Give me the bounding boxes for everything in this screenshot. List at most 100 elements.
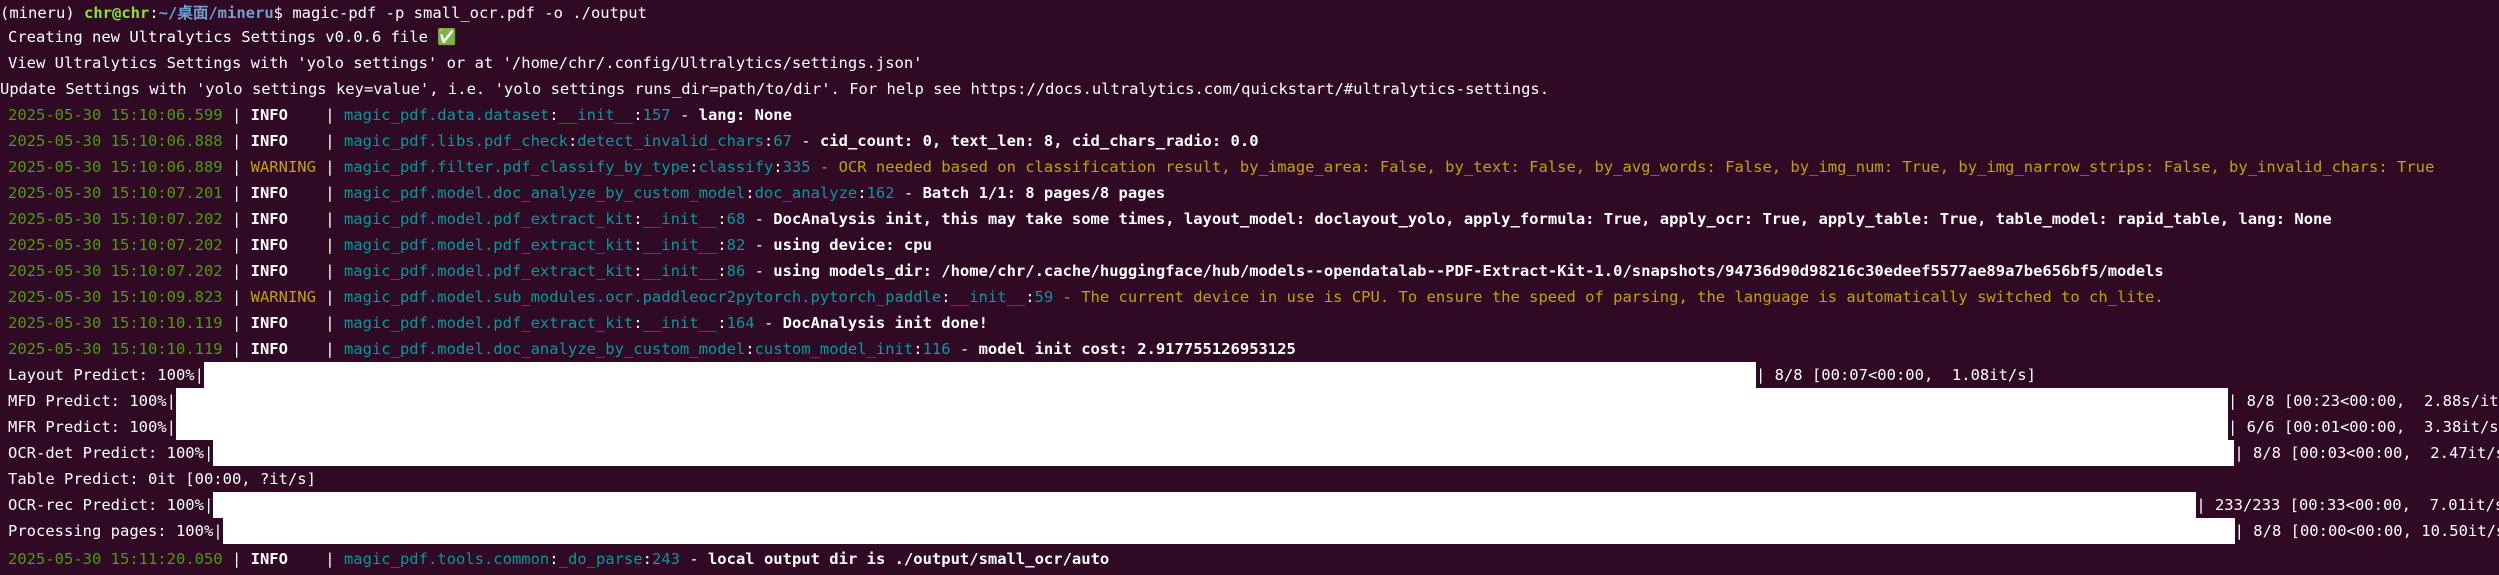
- log-message: DocAnalysis init done!: [782, 314, 988, 332]
- log-line-number: 243: [651, 550, 680, 568]
- log-line: 2025-05-30 15:10:07.202 | INFO | magic_p…: [8, 262, 2164, 280]
- prompt-user-host: chr@chr: [84, 4, 150, 22]
- settings-line: Creating new Ultralytics Settings v0.0.6…: [0, 24, 2499, 50]
- progress-label: Layout Predict: 100%|: [8, 366, 204, 384]
- progress-line: OCR-rec Predict: 100%| | 233/233 [00:33<0…: [0, 492, 2499, 518]
- log-line: 2025-05-30 15:11:20.050 | INFO | magic_p…: [8, 550, 1110, 568]
- progress-line: OCR-det Predict: 100%| | 8/8 [00:03<00:00…: [0, 440, 2499, 466]
- progress-label: MFD Predict: 100%|: [8, 392, 176, 410]
- progress-label: MFR Predict: 100%|: [8, 418, 176, 436]
- terminal-window[interactable]: (mineru) chr@chr:~/桌面/mineru$ magic-pdf …: [0, 0, 2499, 575]
- settings-line: View Ultralytics Settings with 'yolo set…: [0, 50, 2499, 76]
- log-timestamp: 2025-05-30 15:10:07.201: [8, 184, 223, 202]
- progress-stats: | 233/233 [00:33<00:00, 7.01it/s]: [2196, 496, 2499, 514]
- progress-bar: [203, 362, 1756, 388]
- log-timestamp: 2025-05-30 15:10:07.202: [8, 210, 223, 228]
- settings-text: Creating new Ultralytics Settings v0.0.6…: [8, 28, 457, 46]
- log-line: 2025-05-30 15:10:06.889 | WARNING | magi…: [8, 158, 2435, 176]
- log-level: WARNING: [250, 158, 316, 176]
- log-module: magic_pdf.model.doc_analyze_by_custom_mo…: [343, 340, 746, 358]
- log-message: local output dir is ./output/small_ocr/a…: [707, 550, 1110, 568]
- log-module: magic_pdf.model.sub_modules.ocr.paddleoc…: [343, 288, 942, 306]
- log-line: 2025-05-30 15:10:10.119 | INFO | magic_p…: [8, 340, 1296, 358]
- prompt-dollar: $: [273, 4, 293, 22]
- log-function: __init__: [642, 210, 718, 228]
- log-timestamp: 2025-05-30 15:10:10.119: [8, 314, 223, 332]
- progress-stats: | 8/8 [00:03<00:00, 2.47it/s]: [2234, 444, 2499, 462]
- log-function: __init__: [950, 288, 1026, 306]
- settings-text: Update Settings with 'yolo settings key=…: [0, 80, 1550, 98]
- progress-line: Table Predict: 0it [00:00, ?it/s]: [0, 466, 2499, 492]
- log-message: using models_dir: /home/chr/.cache/huggi…: [773, 262, 2164, 280]
- log-line-number: 335: [782, 158, 811, 176]
- log-line-number: 116: [922, 340, 951, 358]
- log-line: 2025-05-30 15:10:09.823 | WARNING | magi…: [8, 288, 2164, 306]
- log-timestamp: 2025-05-30 15:10:09.823: [8, 288, 223, 306]
- log-module: magic_pdf.libs.pdf_check: [343, 132, 568, 150]
- log-function: __init__: [642, 262, 718, 280]
- log-level: INFO: [250, 184, 288, 202]
- log-line-number: 164: [726, 314, 755, 332]
- progress-stats: | 8/8 [00:00<00:00, 10.50it/s]: [2234, 522, 2499, 540]
- log-line-number: 157: [642, 106, 671, 124]
- log-timestamp: 2025-05-30 15:10:07.202: [8, 262, 223, 280]
- log-level: INFO: [250, 210, 288, 228]
- settings-text: View Ultralytics Settings with 'yolo set…: [8, 54, 923, 72]
- command-text: magic-pdf -p small_ocr.pdf -o ./output: [292, 4, 647, 22]
- log-level: INFO: [250, 132, 288, 150]
- log-line: 2025-05-30 15:10:10.119 | INFO | magic_p…: [8, 314, 988, 332]
- log-function: __init__: [558, 106, 634, 124]
- progress-bar: [175, 414, 2228, 440]
- progress-stats: | 8/8 [00:07<00:00, 1.08it/s]: [1755, 366, 2036, 384]
- log-level: WARNING: [250, 288, 316, 306]
- log-line-number: 59: [1034, 288, 1054, 306]
- log-line: 2025-05-30 15:10:07.202 | INFO | magic_p…: [8, 210, 2332, 228]
- log-function: detect_invalid_chars: [577, 132, 764, 150]
- log-line-number: 86: [726, 262, 746, 280]
- progress-bar: [213, 440, 2235, 466]
- log-message: lang: None: [698, 106, 792, 124]
- progress-stats: | 6/6 [00:01<00:00, 3.38it/s]: [2227, 418, 2499, 436]
- progress-label: Table Predict: 0it [00:00, ?it/s]: [8, 470, 316, 488]
- log-module: magic_pdf.data.dataset: [343, 106, 550, 124]
- progress-label: OCR-rec Predict: 100%|: [8, 496, 214, 514]
- log-timestamp: 2025-05-30 15:11:20.050: [8, 550, 223, 568]
- log-function: __init__: [642, 236, 718, 254]
- log-timestamp: 2025-05-30 15:10:06.889: [8, 158, 223, 176]
- log-line-number: 67: [773, 132, 792, 150]
- settings-line: Update Settings with 'yolo settings key=…: [0, 76, 2499, 102]
- log-level: INFO: [250, 262, 288, 280]
- log-timestamp: 2025-05-30 15:10:10.119: [8, 340, 223, 358]
- log-line-number: 82: [726, 236, 746, 254]
- log-line-number: 68: [726, 210, 746, 228]
- log-line: 2025-05-30 15:10:07.201 | INFO | magic_p…: [8, 184, 1166, 202]
- log-function: custom_model_init: [754, 340, 914, 358]
- prompt-env: (mineru): [0, 4, 84, 22]
- log-module: magic_pdf.filter.pdf_classify_by_type: [343, 158, 690, 176]
- log-line: 2025-05-30 15:10:06.599 | INFO | magic_p…: [8, 106, 792, 124]
- log-function: classify: [698, 158, 774, 176]
- prompt-path: ~/桌面/mineru: [158, 4, 274, 22]
- progress-line: Layout Predict: 100%| | 8/8 [00:07<00:00,…: [0, 362, 2499, 388]
- log-line-number: 162: [866, 184, 895, 202]
- progress-bar: [175, 388, 2228, 414]
- log-module: magic_pdf.model.pdf_extract_kit: [343, 236, 634, 254]
- log-module: magic_pdf.model.pdf_extract_kit: [343, 314, 634, 332]
- progress-bar: [222, 518, 2235, 544]
- prompt-line: (mineru) chr@chr:~/桌面/mineru$ magic-pdf …: [0, 0, 2499, 26]
- progress-bar: [213, 492, 2197, 518]
- progress-line: Processing pages: 100%| | 8/8 [00:00<00:0…: [0, 518, 2499, 544]
- log-message: cid_count: 0, text_len: 8, cid_chars_rad…: [819, 132, 1259, 150]
- log-level: INFO: [250, 340, 288, 358]
- log-module: magic_pdf.tools.common: [343, 550, 550, 568]
- log-message: model init cost: 2.917755126953125: [978, 340, 1296, 358]
- prompt-colon: :: [149, 4, 159, 22]
- log-message: DocAnalysis init, this may take some tim…: [773, 210, 2332, 228]
- log-level: INFO: [250, 236, 288, 254]
- log-level: INFO: [250, 314, 288, 332]
- progress-label: Processing pages: 100%|: [8, 522, 223, 540]
- log-message: Batch 1/1: 8 pages/8 pages: [922, 184, 1166, 202]
- progress-line: MFD Predict: 100%| | 8/8 [00:23<00:00, 2.…: [0, 388, 2499, 414]
- log-module: magic_pdf.model.pdf_extract_kit: [343, 262, 634, 280]
- progress-stats: | 8/8 [00:23<00:00, 2.88s/it]: [2227, 392, 2499, 410]
